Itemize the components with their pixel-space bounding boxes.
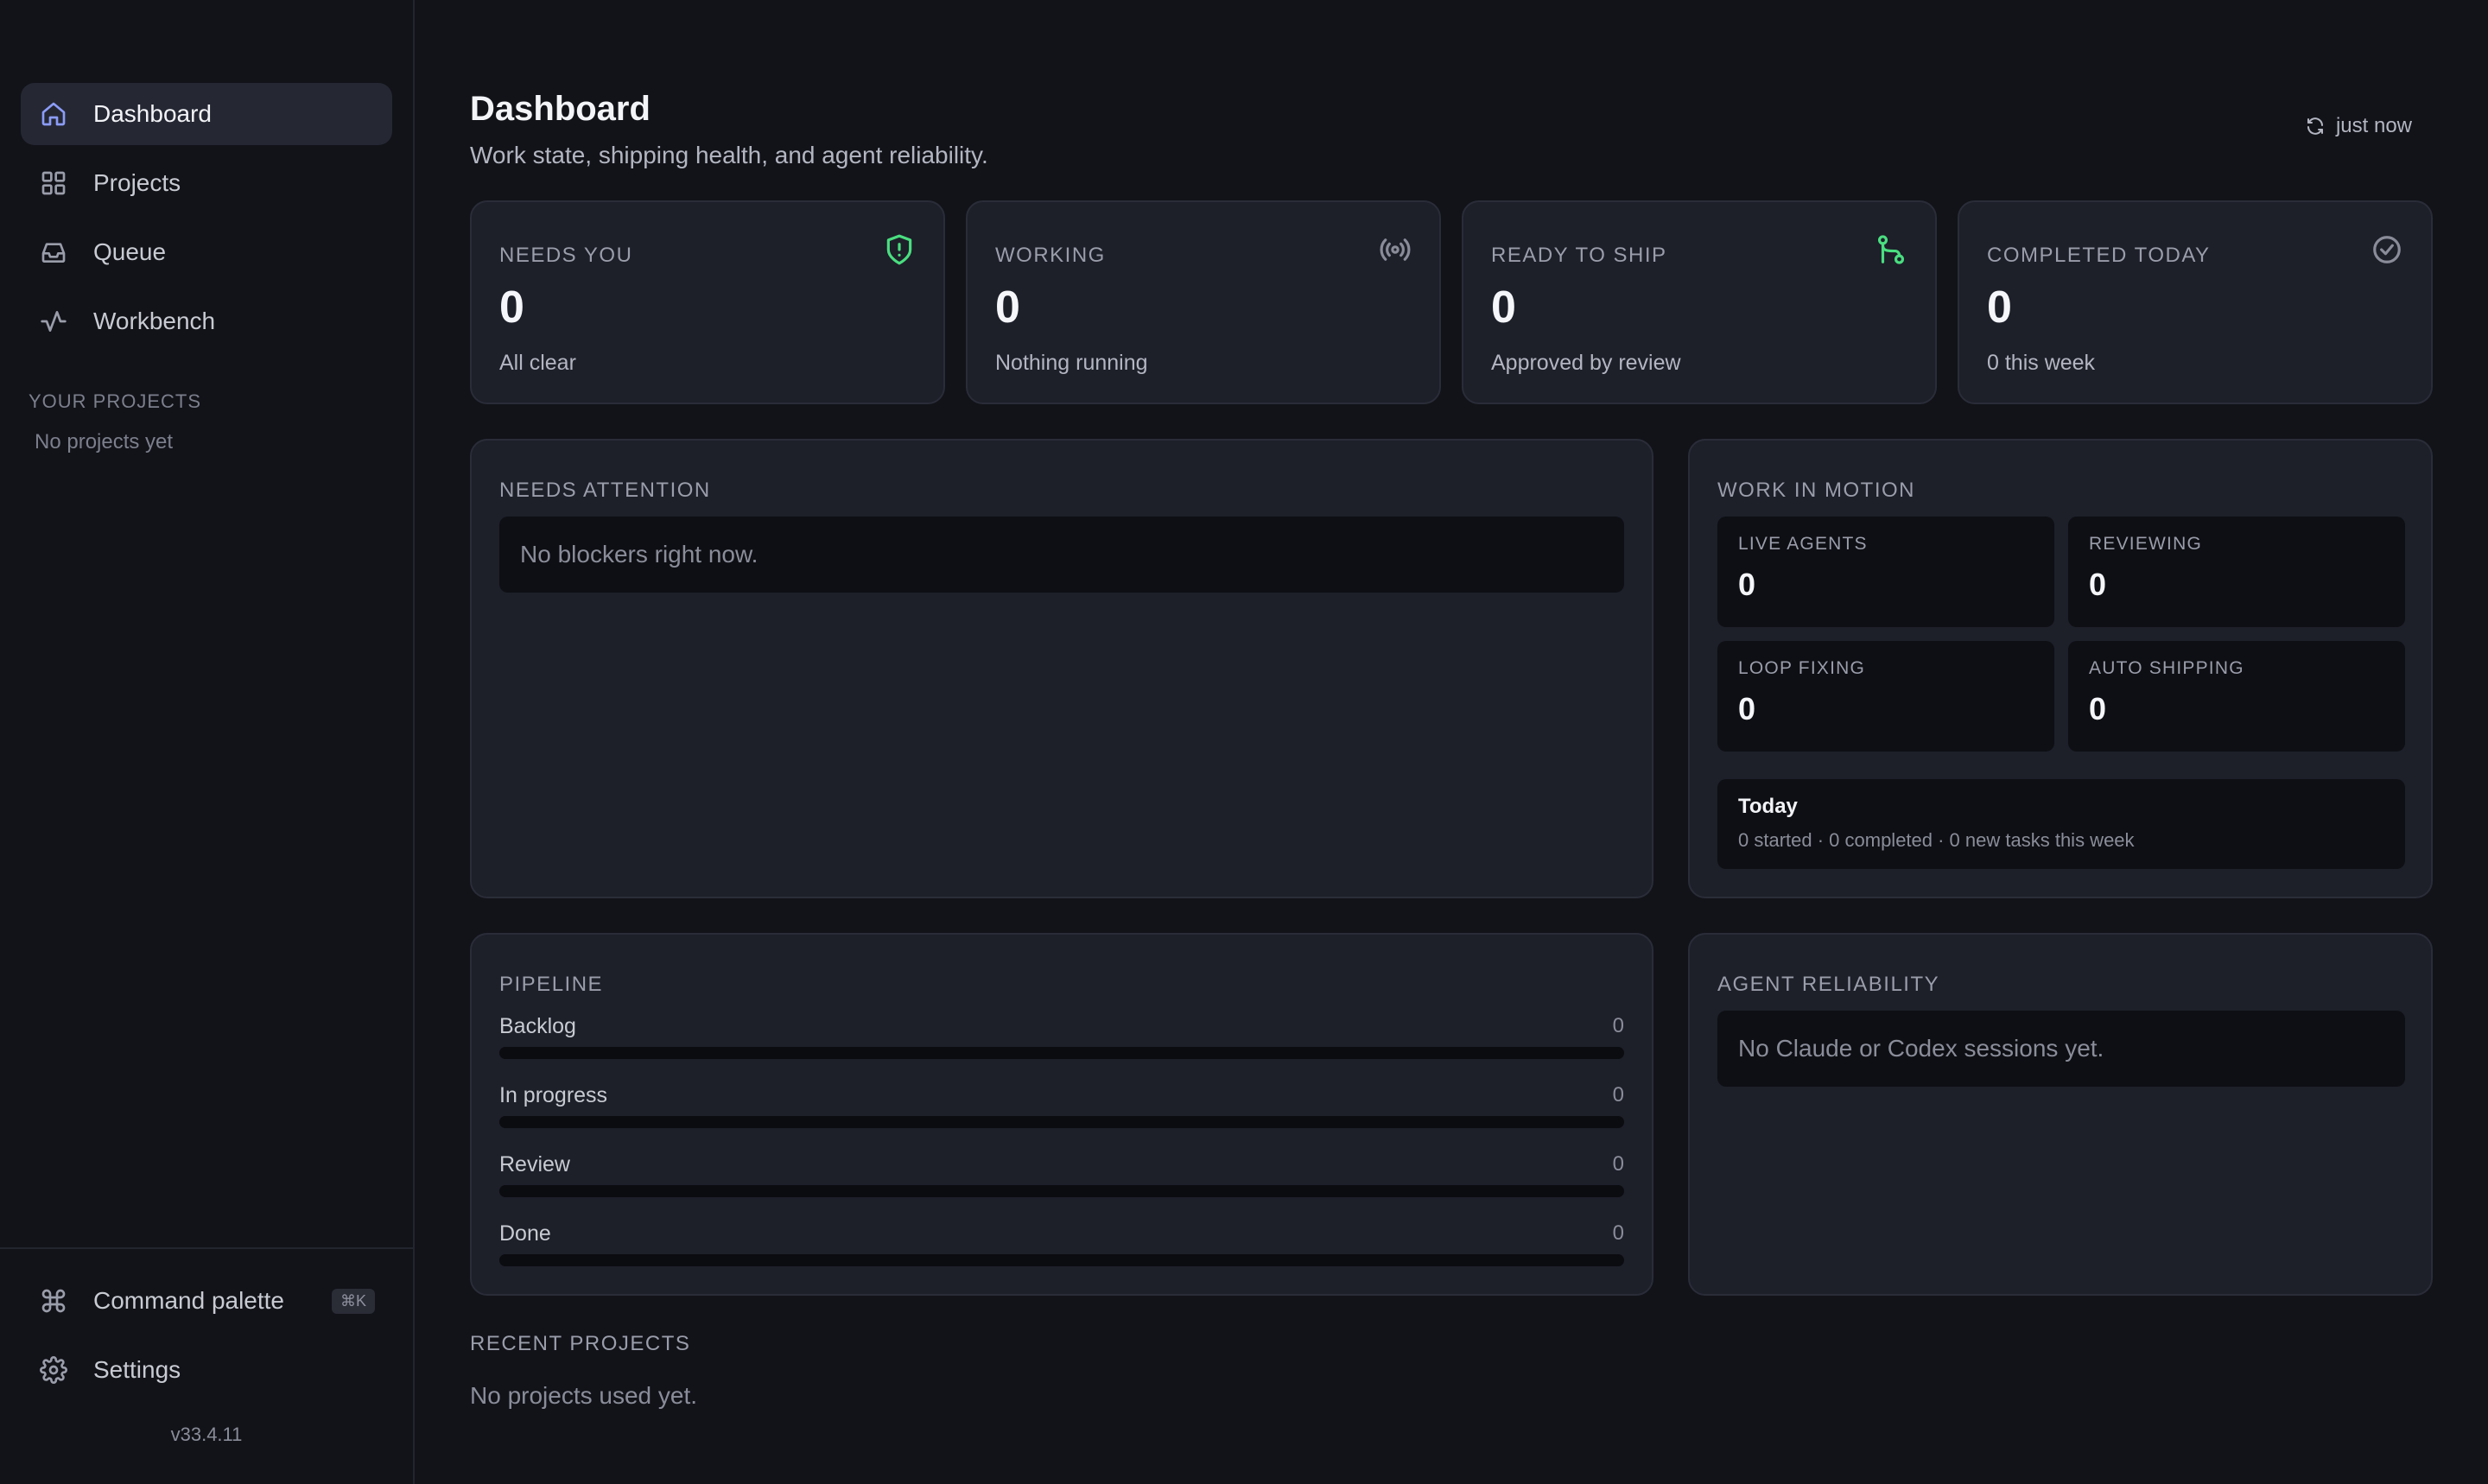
- sidebar-nav: Dashboard Projects Queue Workbench: [21, 83, 392, 359]
- agent-reliability-panel: AGENT RELIABILITY No Claude or Codex ses…: [1688, 933, 2433, 1296]
- sidebar-item-label: Queue: [93, 238, 167, 265]
- refresh-button[interactable]: just now: [2305, 114, 2412, 138]
- shield-alert-icon: [886, 234, 912, 265]
- sidebar-item-label: Dashboard: [93, 100, 212, 127]
- empty-message: No blockers right now.: [520, 541, 758, 568]
- home-icon: [38, 98, 69, 130]
- today-summary: Today 0 started · 0 completed · 0 new ta…: [1717, 779, 2405, 869]
- pipeline-progress-bar: [499, 1047, 1624, 1059]
- pipeline-count: 0: [1612, 1083, 1624, 1107]
- panel-title: WORK IN MOTION: [1717, 479, 1915, 502]
- stat-subtext: All clear: [499, 351, 576, 375]
- metric-auto-shipping: AUTO SHIPPING 0: [2068, 641, 2405, 752]
- stat-label: READY TO SHIP: [1491, 244, 1667, 267]
- today-text: 0 started · 0 completed · 0 new tasks th…: [1738, 829, 2135, 851]
- metric-value: 0: [2089, 567, 2107, 602]
- empty-message: No Claude or Codex sessions yet.: [1738, 1035, 2104, 1062]
- today-title: Today: [1738, 795, 1798, 818]
- stat-card-ready-to-ship[interactable]: READY TO SHIP 0 Approved by review: [1462, 200, 1937, 404]
- metric-live-agents: LIVE AGENTS 0: [1717, 517, 2054, 627]
- inbox-icon: [38, 237, 69, 268]
- pipeline-label: Backlog: [499, 1014, 576, 1038]
- sidebar-bottom-nav: Command palette ⌘K Settings: [21, 1270, 392, 1408]
- work-in-motion-panel: WORK IN MOTION LIVE AGENTS 0 REVIEWING 0…: [1688, 439, 2433, 898]
- sidebar-item-label: Projects: [93, 169, 181, 196]
- refresh-label: just now: [2335, 114, 2412, 137]
- pipeline-count: 0: [1612, 1014, 1624, 1037]
- stat-value: 0: [1491, 282, 1516, 333]
- panel-title: AGENT RELIABILITY: [1717, 973, 1940, 996]
- pipeline-label: Review: [499, 1152, 570, 1176]
- stat-value: 0: [995, 282, 1020, 333]
- stat-value: 0: [499, 282, 524, 333]
- command-icon: [38, 1285, 69, 1316]
- pipeline-progress-bar: [499, 1185, 1624, 1197]
- sidebar-item-workbench[interactable]: Workbench: [21, 290, 392, 352]
- metric-loop-fixing: LOOP FIXING 0: [1717, 641, 2054, 752]
- metric-reviewing: REVIEWING 0: [2068, 517, 2405, 627]
- pipeline-label: In progress: [499, 1083, 608, 1107]
- sidebar-item-projects[interactable]: Projects: [21, 152, 392, 214]
- shortcut-badge: ⌘K: [331, 1288, 375, 1314]
- app-version: v33.4.11: [170, 1424, 243, 1445]
- settings-button[interactable]: Settings: [21, 1339, 392, 1401]
- needs-attention-panel: NEEDS ATTENTION No blockers right now.: [470, 439, 1653, 898]
- settings-label: Settings: [93, 1356, 181, 1383]
- pipeline-label: Done: [499, 1221, 551, 1246]
- recent-projects-empty: No projects used yet.: [470, 1382, 698, 1409]
- page-title: Dashboard: [470, 90, 651, 128]
- sidebar-item-queue[interactable]: Queue: [21, 221, 392, 283]
- metric-value: 0: [1738, 567, 1756, 602]
- pipeline-progress-bar: [499, 1254, 1624, 1266]
- stat-card-needs-you[interactable]: NEEDS YOU 0 All clear: [470, 200, 945, 404]
- broadcast-icon: [1380, 238, 1411, 261]
- stat-subtext: Approved by review: [1491, 351, 1681, 375]
- command-palette-label: Command palette: [93, 1287, 285, 1314]
- panel-title: NEEDS ATTENTION: [499, 479, 711, 502]
- panel-title: PIPELINE: [499, 973, 604, 996]
- stat-subtext: Nothing running: [995, 351, 1148, 375]
- check-circle-icon: [2373, 236, 2401, 263]
- metric-label: LIVE AGENTS: [1738, 534, 1868, 554]
- sidebar-divider: [0, 1247, 413, 1249]
- pipeline-row-in-progress: In progress 0: [499, 1083, 1624, 1135]
- metric-label: AUTO SHIPPING: [2089, 658, 2244, 678]
- sidebar-item-label: Workbench: [93, 308, 216, 334]
- main-content: Dashboard Work state, shipping health, a…: [470, 0, 2433, 1484]
- pipeline-row-review: Review 0: [499, 1152, 1624, 1204]
- stat-card-working[interactable]: WORKING 0 Nothing running: [966, 200, 1441, 404]
- pipeline-count: 0: [1612, 1221, 1624, 1245]
- pipeline-progress-bar: [499, 1116, 1624, 1128]
- pipeline-count: 0: [1612, 1152, 1624, 1176]
- grid-icon: [38, 168, 69, 199]
- no-projects-text: No projects yet: [35, 430, 174, 453]
- refresh-icon: [2307, 117, 2323, 135]
- metric-label: LOOP FIXING: [1738, 658, 1866, 678]
- page-subtitle: Work state, shipping health, and agent r…: [470, 142, 988, 168]
- stat-label: COMPLETED TODAY: [1987, 244, 2211, 267]
- pipeline-row-done: Done 0: [499, 1221, 1624, 1273]
- sidebar: Dashboard Projects Queue Workbench YOUR …: [0, 0, 415, 1484]
- activity-icon: [38, 306, 69, 337]
- stat-value: 0: [1987, 282, 2012, 333]
- empty-state: No blockers right now.: [499, 517, 1624, 593]
- stat-label: NEEDS YOU: [499, 244, 633, 267]
- gear-icon: [38, 1354, 69, 1386]
- stat-subtext: 0 this week: [1987, 351, 2096, 375]
- stat-label: WORKING: [995, 244, 1106, 267]
- empty-state: No Claude or Codex sessions yet.: [1717, 1011, 2405, 1087]
- metric-value: 0: [2089, 691, 2107, 726]
- metric-label: REVIEWING: [2089, 534, 2202, 554]
- metric-value: 0: [1738, 691, 1756, 726]
- sidebar-item-dashboard[interactable]: Dashboard: [21, 83, 392, 145]
- pipeline-row-backlog: Backlog 0: [499, 1014, 1624, 1066]
- your-projects-heading: YOUR PROJECTS: [29, 390, 202, 412]
- recent-projects-heading: RECENT PROJECTS: [470, 1332, 691, 1355]
- stat-card-completed-today[interactable]: COMPLETED TODAY 0 0 this week: [1958, 200, 2433, 404]
- git-pull-request-icon: [1877, 235, 1905, 264]
- command-palette-button[interactable]: Command palette ⌘K: [21, 1270, 392, 1332]
- pipeline-panel: PIPELINE Backlog 0 In progress 0 Review …: [470, 933, 1653, 1296]
